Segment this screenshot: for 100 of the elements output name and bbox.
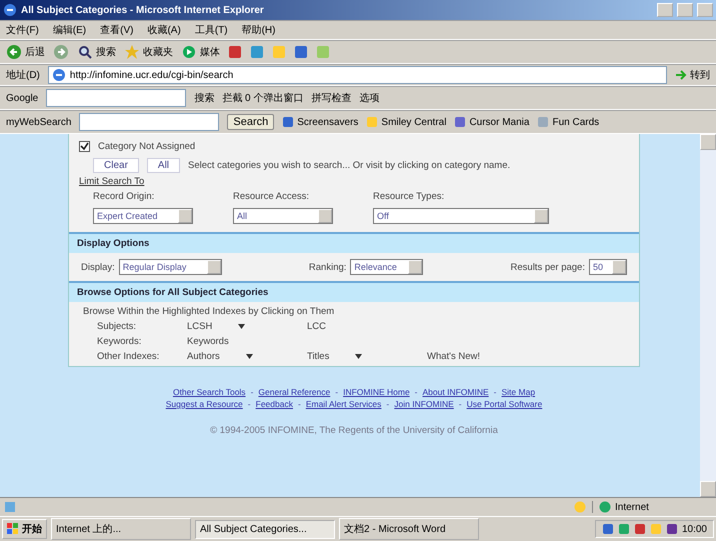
index-link[interactable]: Titles (307, 351, 330, 362)
dropdown[interactable]: Off (373, 208, 549, 224)
search-field[interactable] (79, 113, 220, 131)
dropdown[interactable]: All (233, 208, 333, 224)
window-title: All Subject Categories - Microsoft Internet Explorer (21, 4, 265, 16)
forward-icon[interactable] (53, 44, 69, 60)
footer-link[interactable]: Suggest a Resource (166, 399, 243, 409)
checkbox[interactable] (79, 141, 90, 152)
footer-link[interactable]: Feedback (256, 399, 293, 409)
menu-item[interactable]: 收藏(A) (147, 23, 181, 37)
taskbar-button[interactable]: 文档2 - Microsoft Word (339, 518, 479, 540)
section-heading: Limit Search To (79, 176, 146, 187)
check-icon (80, 142, 89, 151)
caret-icon[interactable] (355, 354, 362, 359)
tray-icon[interactable] (602, 523, 614, 535)
toolbar-icon[interactable] (294, 45, 308, 59)
menu-item[interactable]: 帮助(H) (242, 23, 276, 37)
caret-icon[interactable] (246, 354, 253, 359)
minimize-button[interactable] (657, 3, 673, 17)
browser-icon (3, 3, 17, 17)
field-label: Other Indexes: (97, 351, 160, 362)
section-heading: Browse Options for All Subject Categories (69, 281, 639, 302)
taskbar-button[interactable]: Internet 上的... (51, 518, 191, 540)
toolbar-icon[interactable] (228, 45, 242, 59)
caret-icon[interactable] (238, 324, 246, 329)
index-link[interactable]: LCC (307, 321, 326, 332)
checkbox-label: Category Not Assigned (98, 141, 196, 152)
tray-icon[interactable] (666, 523, 678, 535)
toolbar-icon (366, 116, 378, 128)
tray-icon[interactable] (634, 523, 646, 535)
field-label: Results per page: (510, 262, 585, 272)
index-link[interactable]: What's New! (427, 351, 480, 362)
field-label: Resource Types: (373, 191, 446, 202)
toolbar-button[interactable]: 媒体 (200, 45, 220, 59)
hint-text: Select categories you wish to search... Or visit by clicking on category name. (188, 160, 510, 171)
search-button[interactable]: 搜索 (194, 91, 214, 105)
toolbar-icon[interactable] (250, 45, 264, 59)
separator: - (248, 399, 251, 409)
toolbar-icon (282, 116, 294, 128)
scrollbar[interactable] (700, 134, 716, 497)
separator: - (335, 387, 338, 397)
toolbar-logo: myWebSearch (6, 116, 72, 128)
toolbar-link[interactable]: Fun Cards (552, 116, 600, 128)
dropdown[interactable]: Regular Display (118, 259, 222, 275)
start-button[interactable]: 开始 (2, 519, 47, 539)
index-link[interactable]: LCSH (187, 321, 212, 332)
search-icon[interactable] (77, 44, 93, 60)
separator: - (298, 399, 301, 409)
close-button[interactable] (697, 3, 713, 17)
clock: 10:00 (682, 524, 707, 534)
menu-item[interactable]: 编辑(E) (52, 23, 86, 37)
toolbar-button[interactable]: 选项 (359, 91, 380, 105)
toolbar-button[interactable]: 搜索 (96, 45, 116, 59)
form-button[interactable]: All (146, 158, 180, 173)
menu-item[interactable]: 查看(V) (100, 23, 134, 37)
go-arrow-icon[interactable] (675, 69, 687, 81)
toolbar-button[interactable]: 拦截 0 个弹出窗口 (222, 91, 304, 105)
form-button[interactable]: Clear (93, 158, 139, 173)
footer-link[interactable]: Site Map (502, 387, 536, 397)
separator: - (494, 387, 496, 397)
toolbar-link[interactable]: Smiley Central (381, 116, 446, 128)
field-label: Keywords: (97, 336, 142, 347)
toolbar-link[interactable]: Cursor Mania (469, 116, 530, 128)
status-zone: Internet (615, 502, 649, 512)
toolbar-logo: Google (6, 92, 38, 104)
address-label: 地址(D) (6, 68, 40, 82)
dropdown[interactable]: Relevance (350, 259, 424, 275)
index-link[interactable]: Keywords (187, 336, 229, 347)
search-button[interactable]: Search (227, 114, 274, 130)
back-icon[interactable] (6, 44, 22, 60)
field-label: Display: (81, 262, 115, 272)
taskbar-button[interactable]: All Subject Categories... (195, 520, 335, 538)
footer-link[interactable]: Email Alert Services (306, 399, 382, 409)
windows-logo-icon (7, 523, 19, 535)
go-button[interactable]: 转到 (690, 68, 710, 82)
media-icon[interactable] (181, 44, 197, 60)
footer-link[interactable]: About INFOMINE (422, 387, 489, 397)
page-icon (52, 68, 66, 82)
menu-item[interactable]: 文件(F) (6, 23, 39, 37)
field-label: Ranking: (308, 262, 346, 272)
footer-link[interactable]: Other Search Tools (172, 387, 246, 397)
warning-icon (574, 501, 586, 513)
toolbar-link[interactable]: Screensavers (297, 116, 358, 128)
star-icon[interactable] (124, 44, 140, 60)
menu-item[interactable]: 工具(T) (194, 23, 228, 37)
toolbar-button[interactable]: 后退 (25, 45, 45, 59)
footer-link[interactable]: Join INFOMINE (394, 399, 454, 409)
footer-link[interactable]: Use Portal Software (466, 399, 542, 409)
index-link[interactable]: Authors (187, 351, 220, 362)
dropdown[interactable]: Expert Created (93, 208, 193, 224)
separator: - (250, 387, 254, 397)
intro-text: Browse Within the Highlighted Indexes by Clicking on Them (83, 306, 336, 317)
search-field[interactable] (46, 89, 186, 107)
footer-link[interactable]: INFOMINE Home (343, 387, 410, 397)
maximize-button[interactable] (677, 3, 693, 17)
dropdown[interactable]: 50 (588, 259, 627, 275)
toolbar-button[interactable]: 拼写检查 (311, 91, 352, 105)
toolbar-button[interactable]: 收藏夹 (143, 45, 173, 59)
footer-link[interactable]: General Reference (258, 387, 330, 397)
address-field[interactable]: http://infomine.ucr.edu/cgi-bin/search (48, 66, 667, 84)
